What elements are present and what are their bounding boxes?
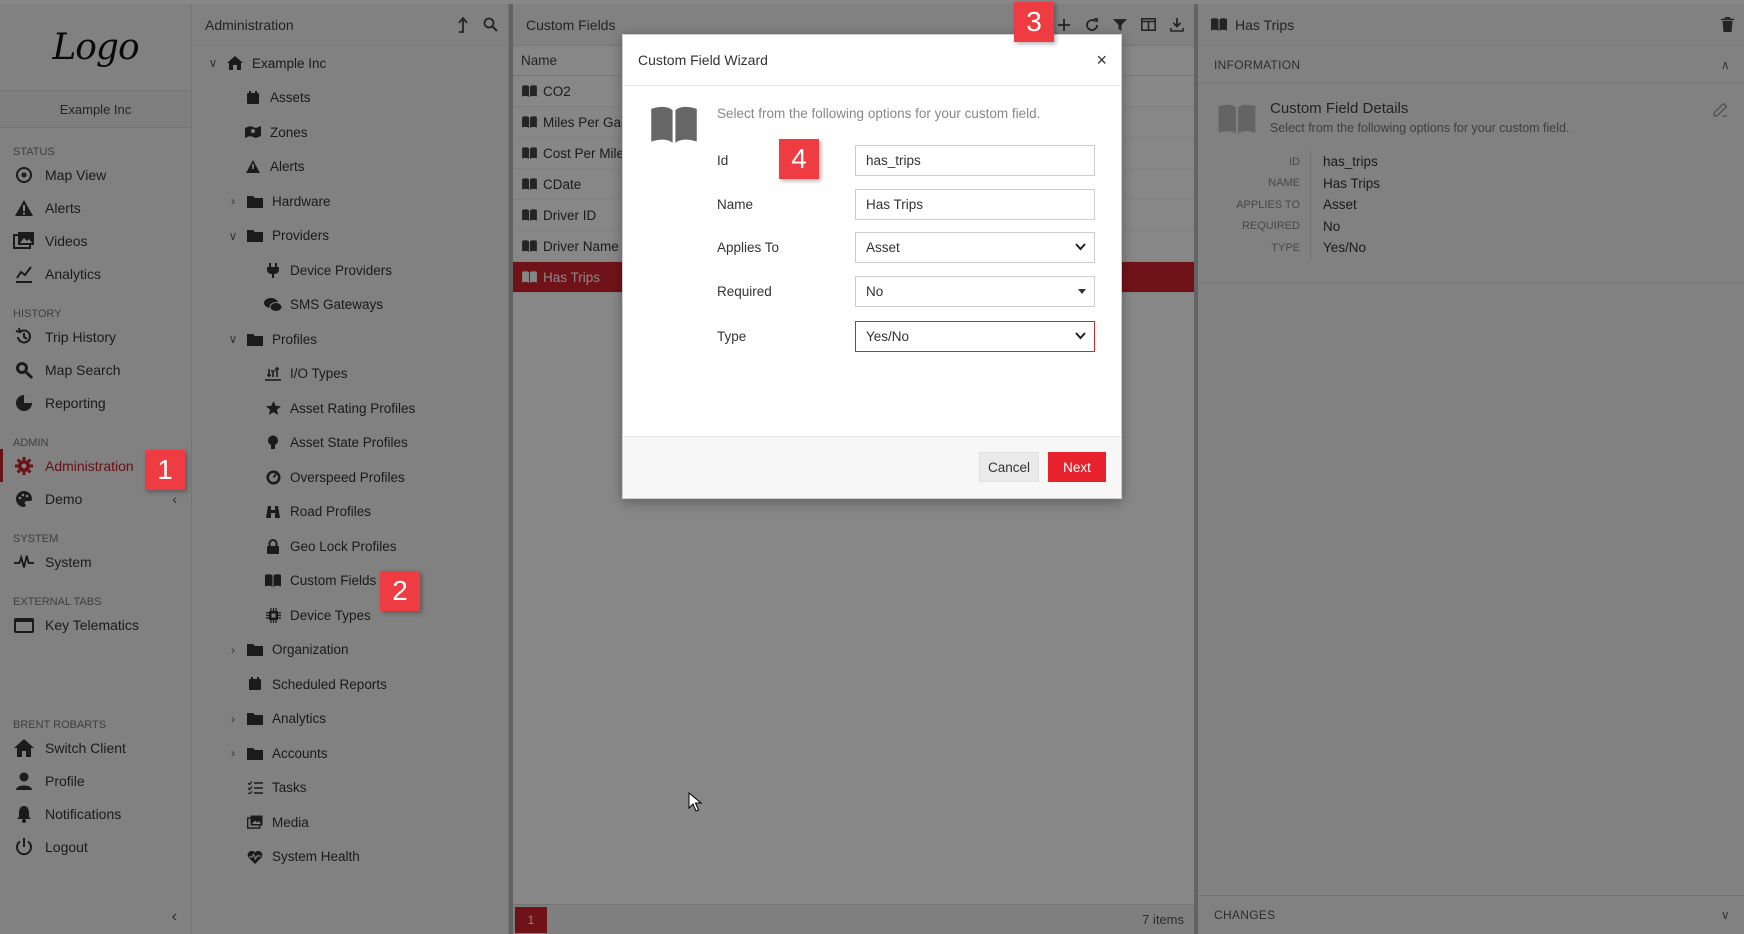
type-select[interactable]: Yes/No — [855, 320, 1095, 352]
book-open-icon — [651, 106, 697, 143]
field-row-applies-to: Applies To Asset — [717, 231, 1097, 263]
required-select[interactable]: No — [855, 275, 1095, 307]
caret-down-icon — [1078, 288, 1086, 294]
callout-badge-4: 4 — [779, 139, 819, 179]
required-label: Required — [717, 283, 772, 299]
close-button[interactable]: × — [1096, 50, 1107, 71]
callout-badge-2: 2 — [380, 571, 420, 611]
dialog-description: Select from the following options for yo… — [717, 106, 1041, 121]
field-row-type: Type Yes/No — [717, 320, 1097, 352]
field-row-id: Id has_trips — [717, 144, 1097, 176]
cancel-button[interactable]: Cancel — [979, 452, 1039, 482]
name-input[interactable]: Has Trips — [855, 188, 1095, 220]
applies-to-select[interactable]: Asset — [855, 231, 1095, 263]
id-input[interactable]: has_trips — [855, 144, 1095, 176]
dialog-body: Select from the following options for yo… — [623, 86, 1121, 436]
callout-badge-3: 3 — [1014, 2, 1054, 42]
name-label: Name — [717, 196, 754, 212]
mouse-cursor-icon — [688, 792, 702, 812]
dialog-header: Custom Field Wizard × — [623, 35, 1121, 86]
chevron-down-icon — [1075, 243, 1086, 251]
dialog-footer: Cancel Next — [623, 436, 1121, 498]
next-button[interactable]: Next — [1048, 452, 1106, 482]
field-row-name: Name Has Trips — [717, 188, 1097, 220]
dialog-title: Custom Field Wizard — [638, 52, 768, 68]
type-label: Type — [717, 328, 747, 344]
applies-to-label: Applies To — [717, 239, 780, 255]
type-value: Yes/No — [866, 328, 910, 344]
callout-badge-1: 1 — [145, 450, 185, 490]
chevron-down-icon — [1075, 332, 1086, 340]
field-row-required: Required No — [717, 275, 1097, 307]
applies-to-value: Asset — [866, 239, 900, 255]
custom-field-wizard-dialog: Custom Field Wizard × Select from the fo… — [622, 34, 1122, 499]
required-value: No — [866, 283, 884, 299]
